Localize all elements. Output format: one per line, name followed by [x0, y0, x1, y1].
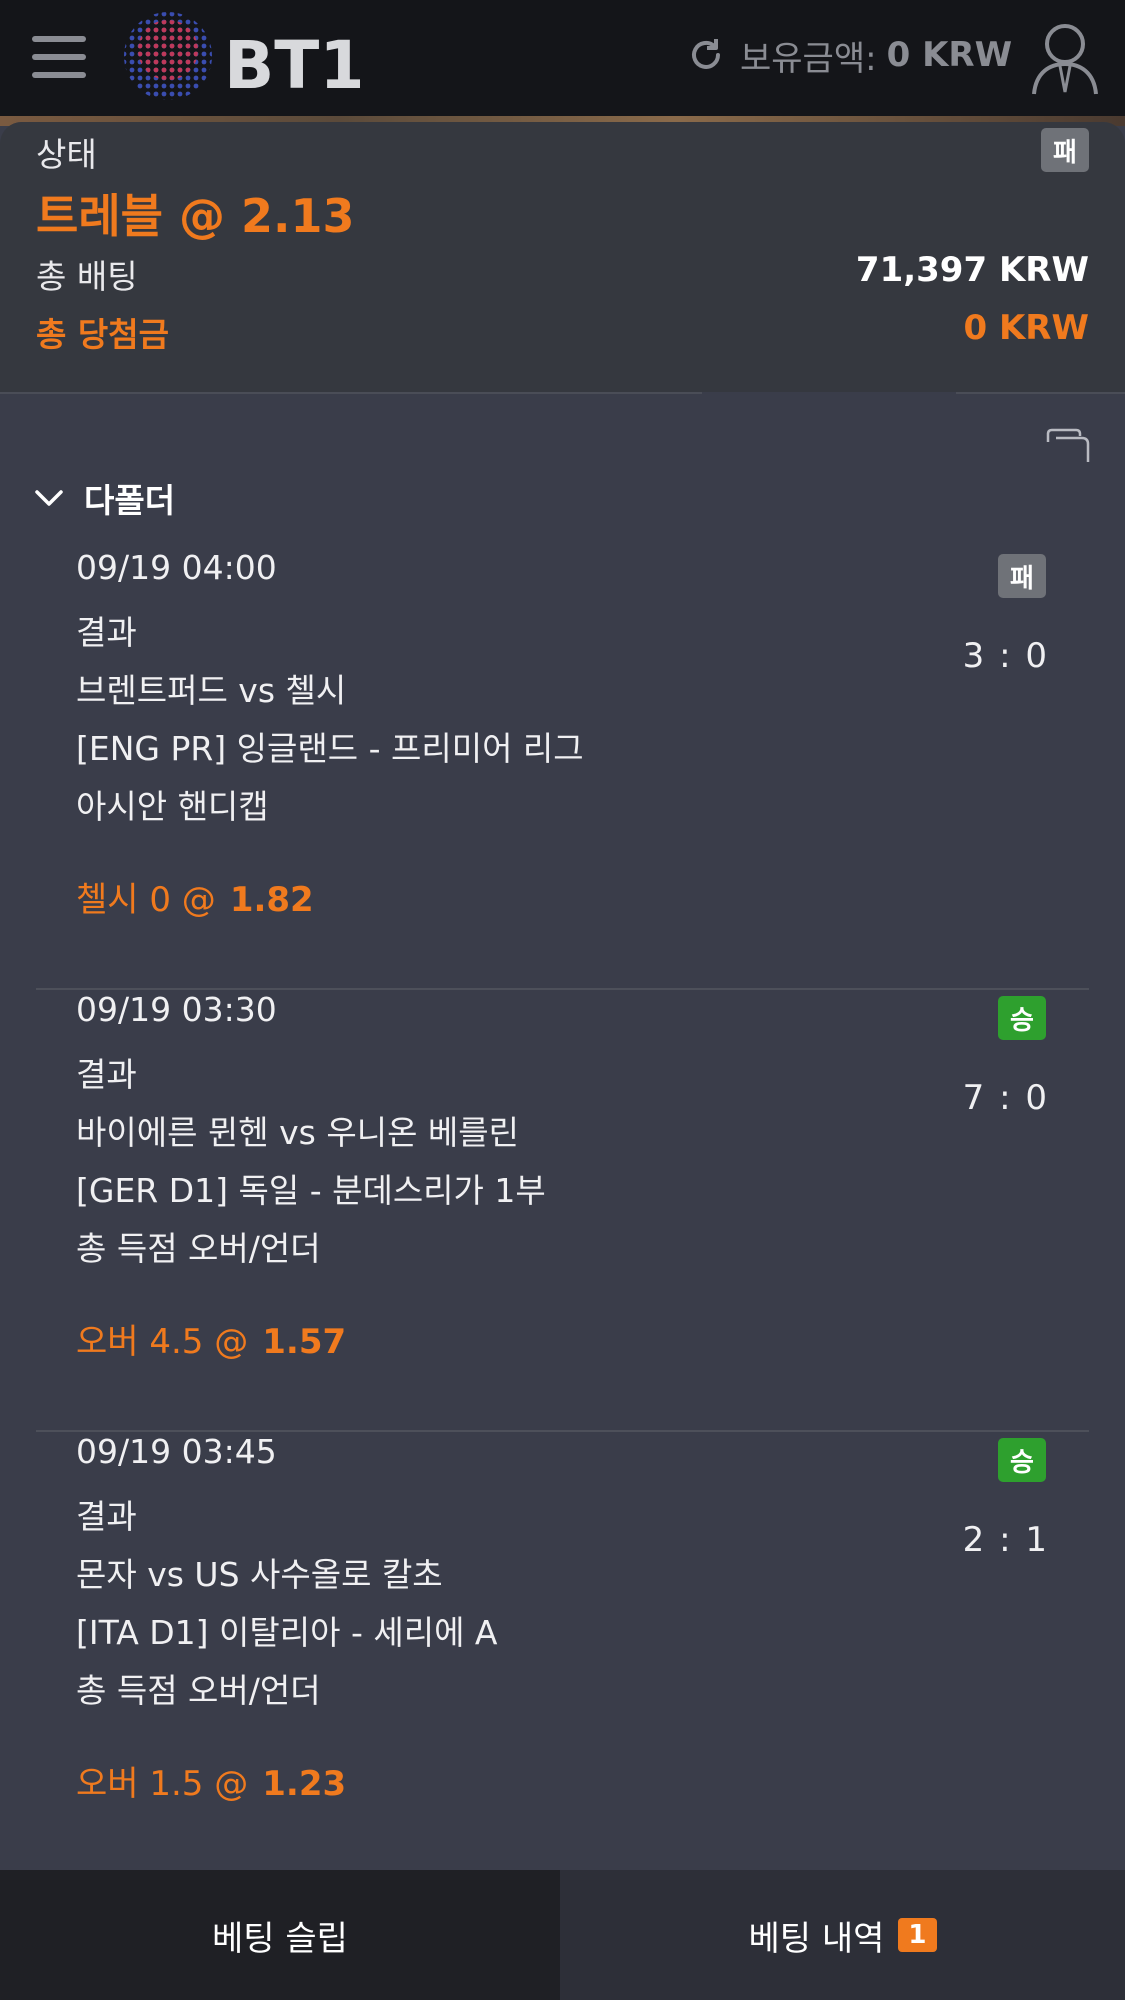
tab-bet-slip-label: 베팅 슬립 [212, 1918, 348, 1959]
leg-result-badge: 패 [998, 554, 1046, 598]
leg-league: [ITA D1] 이탈리아 - 세리에 A [76, 1613, 498, 1652]
bet-leg: 09/19 03:30 승 결과 7 : 0 바이에른 뮌헨 vs 우니온 베를… [36, 990, 1089, 1432]
leg-pick-label: 오버 4.5 @ [76, 1322, 249, 1362]
leg-market: 총 득점 오버/언더 [76, 1229, 321, 1268]
leg-league: [ENG PR] 잉글랜드 - 프리미어 리그 [76, 729, 584, 768]
leg-pick-label: 오버 1.5 @ [76, 1764, 249, 1804]
leg-score: 3 : 0 [962, 636, 1049, 676]
divider [956, 392, 1125, 394]
tab-bet-history-label: 베팅 내역 [748, 1918, 885, 1959]
balance-label: 보유금액: [740, 38, 877, 79]
section-title: 다폴더 [84, 481, 176, 520]
bet-leg: 09/19 03:45 승 결과 2 : 1 몬자 vs US 사수올로 칼초 … [36, 1432, 1089, 1874]
leg-datetime: 09/19 04:00 [76, 548, 277, 587]
status-badge: 패 [1041, 128, 1089, 172]
leg-odds: 1.57 [262, 1322, 347, 1362]
total-bet-value: 71,397 KRW [855, 250, 1089, 290]
leg-datetime: 09/19 03:45 [76, 1432, 277, 1471]
top-bar: BT1 보유금액: 0 KRW [0, 0, 1125, 116]
leg-match: 몬자 vs US 사수올로 칼초 [76, 1555, 443, 1594]
balance-value: 0 KRW [886, 35, 1013, 75]
leg-pick: 첼시 0 @ 1.82 [76, 872, 314, 921]
leg-match: 브렌트퍼드 vs 첼시 [76, 671, 347, 710]
bt1-logo[interactable]: BT1 [120, 10, 360, 106]
leg-result-label: 결과 [76, 613, 137, 652]
leg-pick: 오버 4.5 @ 1.57 [76, 1314, 346, 1363]
leg-match: 바이에른 뮌헨 vs 우니온 베를린 [76, 1113, 520, 1152]
multi-folder-toggle[interactable]: 다폴더 [34, 474, 175, 522]
user-icon[interactable] [1030, 20, 1100, 96]
leg-market: 총 득점 오버/언더 [76, 1671, 321, 1710]
tab-bet-slip[interactable]: 베팅 슬립 [0, 1870, 560, 2000]
leg-result-label: 결과 [76, 1055, 137, 1094]
bet-detail-panel: 상태 패 트레블 @ 2.13 총 배팅 71,397 KRW 총 당첨금 0 … [0, 122, 1125, 1874]
total-win-value: 0 KRW [963, 308, 1089, 348]
leg-pick: 오버 1.5 @ 1.23 [76, 1756, 346, 1805]
svg-text:BT1: BT1 [224, 27, 360, 104]
bet-summary: 상태 패 트레블 @ 2.13 총 배팅 71,397 KRW 총 당첨금 0 … [0, 122, 1125, 392]
leg-result-label: 결과 [76, 1497, 137, 1536]
copy-icon[interactable] [1046, 428, 1090, 464]
refresh-icon[interactable] [686, 35, 726, 75]
divider [0, 392, 702, 394]
balance-area: 보유금액: 0 KRW [686, 30, 1012, 80]
leg-result-badge: 승 [998, 1438, 1046, 1482]
leg-pick-label: 첼시 0 @ [76, 880, 216, 920]
bottom-tab-bar: 베팅 슬립 베팅 내역 1 [0, 1870, 1125, 2000]
tab-bet-history[interactable]: 베팅 내역 1 [560, 1870, 1125, 2000]
leg-score: 2 : 1 [962, 1520, 1049, 1560]
total-bet-label: 총 배팅 [36, 257, 138, 296]
history-count-badge: 1 [898, 1918, 937, 1952]
menu-icon[interactable] [32, 36, 86, 78]
leg-odds: 1.82 [229, 880, 314, 920]
bet-type: 트레블 @ 2.13 [36, 189, 355, 243]
leg-result-badge: 승 [998, 996, 1046, 1040]
leg-score: 7 : 0 [962, 1078, 1049, 1118]
leg-datetime: 09/19 03:30 [76, 990, 277, 1029]
total-win-label: 총 당첨금 [36, 315, 169, 354]
leg-market: 아시안 핸디캡 [76, 787, 269, 826]
status-label: 상태 [36, 135, 97, 174]
leg-odds: 1.23 [262, 1764, 347, 1804]
bet-leg: 09/19 04:00 패 결과 3 : 0 브렌트퍼드 vs 첼시 [ENG … [36, 548, 1089, 990]
leg-league: [GER D1] 독일 - 분데스리가 1부 [76, 1171, 546, 1210]
chevron-down-icon [35, 490, 63, 506]
